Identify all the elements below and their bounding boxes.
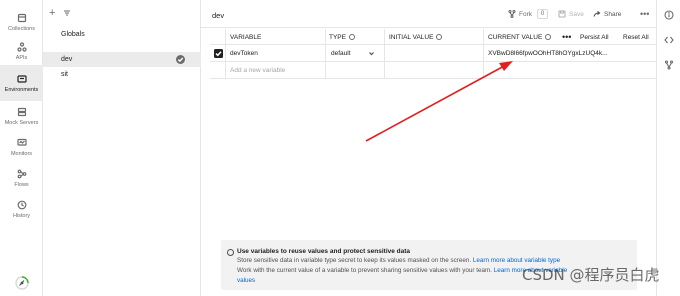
save-icon — [558, 10, 566, 18]
rail-item-apis[interactable]: APIs — [0, 33, 43, 69]
chevron-down-icon[interactable] — [368, 50, 375, 57]
rail-label: Mock Servers — [4, 119, 39, 126]
code-icon[interactable] — [664, 35, 674, 45]
current-value-info-icon[interactable] — [545, 34, 552, 40]
environments-icon — [16, 74, 27, 83]
apis-icon — [16, 41, 27, 52]
new-variable-row[interactable]: Add a new variable — [210, 62, 656, 79]
column-header-current-value: CURRENT VALUE — [488, 29, 552, 45]
banner-line: values — [237, 277, 255, 284]
env-label: dev — [61, 56, 73, 63]
banner-title: Use variables to reuse values and protec… — [237, 248, 411, 255]
monitors-icon — [16, 138, 27, 146]
banner-line: Work with the current value of a variabl… — [237, 267, 568, 274]
variable-type-link[interactable]: Learn more about variable type — [473, 257, 560, 264]
share-button[interactable]: Share — [593, 10, 621, 18]
info-icon — [227, 249, 234, 256]
filter-icon[interactable] — [63, 9, 71, 17]
environment-list-panel: + Globals dev sit — [43, 0, 201, 296]
share-icon — [593, 11, 601, 17]
table-header: VARIABLE TYPE INITIAL VALUE CURRENT VALU… — [210, 29, 656, 45]
env-toolbar: + — [49, 6, 71, 20]
column-header-type: TYPE — [329, 29, 355, 45]
env-item-dev[interactable]: dev — [43, 52, 201, 67]
type-info-icon[interactable] — [348, 34, 355, 40]
env-label: Globals — [61, 31, 85, 38]
row-enabled-checkbox[interactable] — [214, 49, 223, 58]
column-header-initial-value: INITIAL VALUE — [389, 29, 443, 45]
mock-servers-icon — [17, 107, 26, 116]
fork-count-badge: 0 — [537, 9, 548, 19]
variable-values-link-cont[interactable]: values — [237, 277, 255, 284]
csdn-watermark: CSDN @程序员白虎 — [522, 266, 660, 284]
variable-type-select[interactable]: default — [331, 45, 351, 62]
rail-label: Monitors — [10, 150, 33, 157]
fork-button[interactable]: Fork — [508, 10, 532, 18]
environment-header: dev Fork 0 Save Share ••• — [201, 0, 656, 28]
env-item-globals[interactable]: Globals — [43, 27, 201, 42]
share-label: Share — [604, 10, 622, 18]
history-icon — [17, 200, 26, 209]
column-header-variable: VARIABLE — [230, 33, 262, 41]
save-button[interactable]: Save — [558, 10, 584, 18]
fork-icon — [508, 10, 516, 18]
right-context-rail — [656, 0, 680, 296]
column-more-icon[interactable]: ••• — [562, 29, 571, 45]
env-label: sit — [61, 71, 68, 78]
persist-all-button[interactable]: Persist All — [580, 29, 609, 45]
variable-name-cell[interactable]: devToken — [230, 45, 258, 62]
rail-item-environments[interactable]: Environments — [0, 65, 43, 101]
table-row[interactable]: devToken default XVBwD8l66fpwOOhHT8hOYgx… — [210, 45, 656, 62]
info-icon[interactable] — [664, 10, 674, 20]
sync-status-icon[interactable] — [15, 276, 29, 290]
flows-icon — [17, 169, 26, 178]
add-environment-icon[interactable]: + — [49, 7, 55, 19]
app-rail: Collections APIs Environments Mock Serve… — [0, 0, 43, 296]
rail-label: APIs — [15, 54, 28, 61]
save-label: Save — [569, 10, 584, 18]
collections-icon — [17, 13, 26, 22]
rail-label: Flows — [14, 181, 29, 188]
banner-line: Store sensitive data in variable type se… — [237, 257, 561, 264]
active-environment-check-icon[interactable] — [176, 55, 185, 64]
rail-label: Collections — [8, 25, 35, 32]
initial-value-info-icon[interactable] — [436, 34, 443, 40]
fork-label: Fork — [519, 10, 532, 18]
rail-label: History — [12, 212, 31, 219]
new-variable-input[interactable]: Add a new variable — [230, 62, 285, 79]
rail-item-history[interactable]: History — [0, 191, 43, 227]
reset-all-button[interactable]: Reset All — [623, 29, 649, 45]
current-value-cell[interactable]: XVBwD8l66fpwOOhHT8hOYgxLzUQ4k... — [488, 45, 638, 62]
rail-label: Environments — [4, 86, 39, 93]
environment-title[interactable]: dev — [212, 11, 224, 20]
env-item-sit[interactable]: sit — [43, 67, 201, 82]
more-options-icon[interactable]: ••• — [640, 9, 649, 19]
fork-tree-icon[interactable] — [664, 60, 674, 70]
